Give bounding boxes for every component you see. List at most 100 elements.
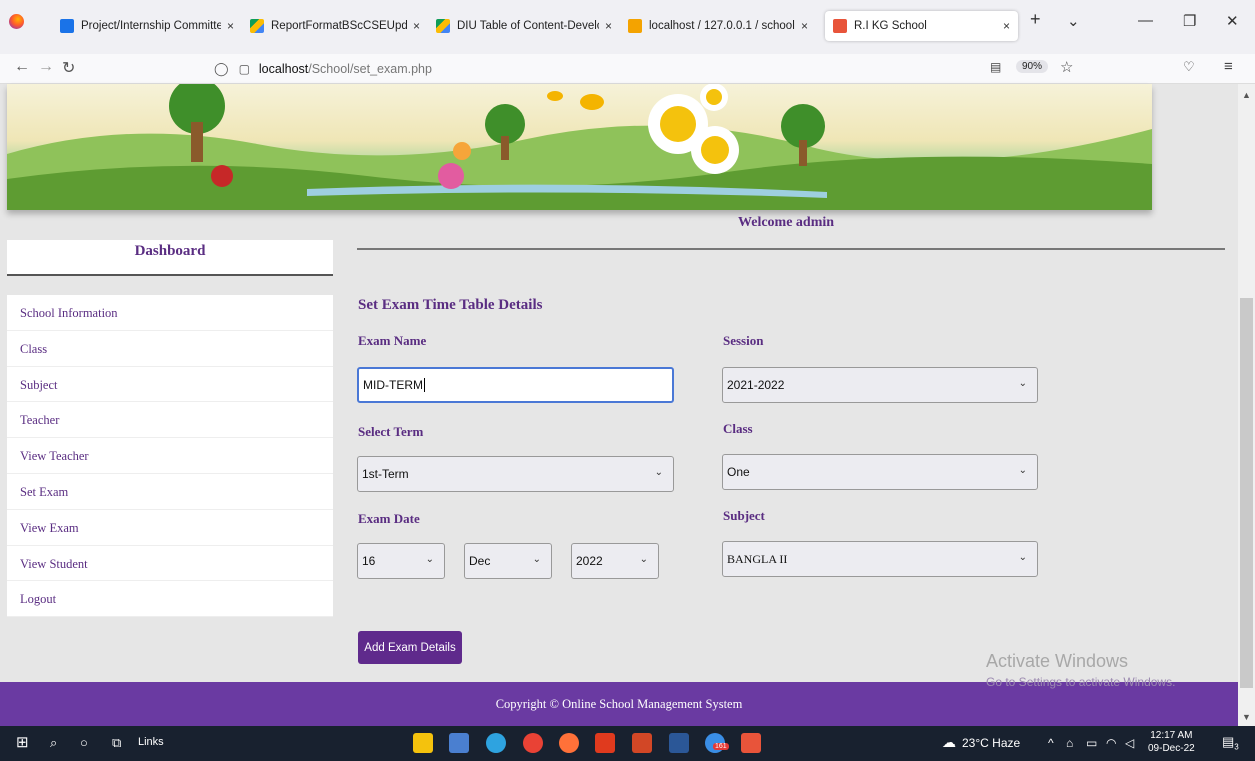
reload-icon[interactable]: ↻: [62, 58, 75, 78]
network-icon[interactable]: ⌂: [1066, 736, 1073, 750]
tab-school-active[interactable]: R.I KG School ×: [825, 11, 1018, 41]
session-value: 2021-2022: [727, 378, 785, 392]
term-value: 1st-Term: [362, 467, 409, 481]
office-icon[interactable]: [595, 733, 615, 753]
firefox-icon[interactable]: [9, 14, 24, 29]
chevron-down-icon: ⌄: [654, 467, 663, 478]
file-explorer-icon[interactable]: [413, 733, 433, 753]
welcome-message: Welcome admin: [738, 215, 835, 230]
exam-name-label: Exam Name: [358, 333, 427, 348]
phpmyadmin-icon: [628, 19, 642, 33]
battery-icon[interactable]: ▭: [1086, 736, 1097, 750]
session-label: Session: [723, 333, 764, 348]
sidebar-item-subject[interactable]: Subject: [7, 367, 333, 403]
close-icon[interactable]: ×: [407, 19, 420, 33]
close-icon[interactable]: ×: [221, 19, 234, 33]
chevron-down-icon: ⌄: [532, 554, 541, 565]
cortana-icon[interactable]: ○: [80, 735, 88, 750]
url-bar[interactable]: ◯ ▢ localhost /School/set_exam.php: [214, 58, 1074, 80]
exam-date-label: Exam Date: [358, 511, 420, 526]
term-select[interactable]: 1st-Term ⌄: [357, 456, 674, 492]
bookmark-star-icon[interactable]: ☆: [1060, 58, 1073, 76]
sidebar-item-view-teacher[interactable]: View Teacher: [7, 438, 333, 474]
subject-select[interactable]: BANGLA II ⌄: [722, 541, 1038, 577]
menu-hamburger-icon[interactable]: ≡: [1224, 58, 1233, 75]
chevron-down-icon: ⌄: [639, 554, 648, 565]
tab-report-format[interactable]: ReportFormatBScCSEUpdated ×: [242, 11, 428, 41]
sidebar-item-view-exam[interactable]: View Exam: [7, 510, 333, 546]
sidebar-item-teacher[interactable]: Teacher: [7, 402, 333, 439]
month-value: Dec: [469, 554, 491, 568]
reader-view-icon[interactable]: ▤: [990, 60, 1001, 74]
powerpoint-icon[interactable]: [632, 733, 652, 753]
scroll-up-icon[interactable]: ▲: [1242, 90, 1251, 100]
sidebar-item-view-student[interactable]: View Student: [7, 546, 333, 582]
scroll-down-icon[interactable]: ▼: [1242, 712, 1251, 722]
windows-start-icon[interactable]: ⊞: [16, 733, 29, 751]
back-arrow-icon[interactable]: ←: [14, 58, 30, 76]
tab-phpmyadmin[interactable]: localhost / 127.0.0.1 / school ×: [620, 11, 816, 41]
forward-arrow-icon[interactable]: →: [38, 58, 54, 76]
word-icon[interactable]: [669, 733, 689, 753]
new-tab-button[interactable]: +: [1030, 9, 1041, 30]
class-value: One: [727, 465, 750, 479]
close-icon[interactable]: ×: [997, 19, 1010, 33]
volume-icon[interactable]: ◁: [1125, 736, 1134, 750]
clock-date: 09-Dec-22: [1148, 743, 1195, 754]
restore-button[interactable]: ❐: [1183, 12, 1196, 30]
task-view-icon[interactable]: ⧉: [112, 735, 121, 751]
xampp-icon: [833, 19, 847, 33]
tray-chevron-icon[interactable]: ^: [1048, 736, 1054, 750]
weather-icon[interactable]: ☁: [942, 734, 956, 751]
tab-title: localhost / 127.0.0.1 / school: [649, 20, 795, 32]
exam-month-select[interactable]: Dec ⌄: [464, 543, 552, 579]
sidebar-item-class[interactable]: Class: [7, 331, 333, 367]
drive-icon: [436, 19, 450, 33]
chrome-icon[interactable]: [523, 733, 543, 753]
class-select[interactable]: One ⌄: [722, 454, 1038, 490]
action-center-icon[interactable]: ▤3: [1222, 734, 1239, 752]
close-icon[interactable]: ×: [795, 19, 808, 33]
wifi-icon[interactable]: ◠: [1106, 736, 1116, 750]
window-close-button[interactable]: ✕: [1226, 12, 1239, 30]
edge-icon[interactable]: [486, 733, 506, 753]
exam-year-select[interactable]: 2022 ⌄: [571, 543, 659, 579]
sidebar-item-logout[interactable]: Logout: [7, 581, 333, 618]
search-icon[interactable]: ⌕: [50, 735, 57, 751]
day-value: 16: [362, 554, 376, 568]
chevron-down-icon: ⌄: [1018, 378, 1027, 389]
banner-illustration: [7, 84, 1152, 210]
close-icon[interactable]: ×: [599, 19, 612, 33]
firefox-taskbar-icon[interactable]: [559, 733, 579, 753]
links-toolbar[interactable]: Links: [138, 736, 164, 748]
sidebar-item-school-information[interactable]: School Information: [7, 295, 333, 331]
activate-windows-watermark: Activate Windows: [986, 651, 1129, 671]
sidebar-title: Dashboard: [7, 240, 333, 276]
tracking-shield-icon[interactable]: ◯: [214, 61, 229, 77]
page-icon: ▢: [238, 62, 250, 76]
year-value: 2022: [576, 554, 603, 568]
chevron-down-icon: ⌄: [425, 554, 434, 565]
exam-day-select[interactable]: 16 ⌄: [357, 543, 445, 579]
clock[interactable]: 12:17 AM 09-Dec-22: [1148, 729, 1195, 755]
tab-project-internship[interactable]: Project/Internship Committe ×: [52, 11, 242, 41]
copyright-text: Copyright © Online School Management Sys…: [495, 697, 743, 711]
chat-app-icon[interactable]: 161: [705, 733, 729, 753]
school-banner: [7, 84, 1152, 210]
exam-name-value: MID-TERM: [363, 378, 423, 392]
zoom-level[interactable]: 90%: [1016, 60, 1049, 73]
exam-name-input[interactable]: MID-TERM: [357, 367, 674, 403]
weather-text[interactable]: 23°C Haze: [962, 736, 1020, 750]
tab-title: Project/Internship Committe: [81, 20, 221, 32]
tab-list-button[interactable]: ⌄: [1067, 12, 1080, 30]
xampp-taskbar-icon[interactable]: [741, 733, 761, 753]
pocket-icon[interactable]: ♡: [1183, 59, 1195, 75]
store-icon[interactable]: [449, 733, 469, 753]
scrollbar-thumb[interactable]: [1240, 298, 1253, 688]
add-exam-details-button[interactable]: Add Exam Details: [358, 631, 462, 664]
session-select[interactable]: 2021-2022 ⌄: [722, 367, 1038, 403]
minimize-button[interactable]: —: [1138, 12, 1153, 29]
sidebar-item-set-exam[interactable]: Set Exam: [7, 474, 333, 510]
subject-label: Subject: [723, 508, 765, 523]
tab-diu-toc[interactable]: DIU Table of Content-Develop ×: [428, 11, 620, 41]
